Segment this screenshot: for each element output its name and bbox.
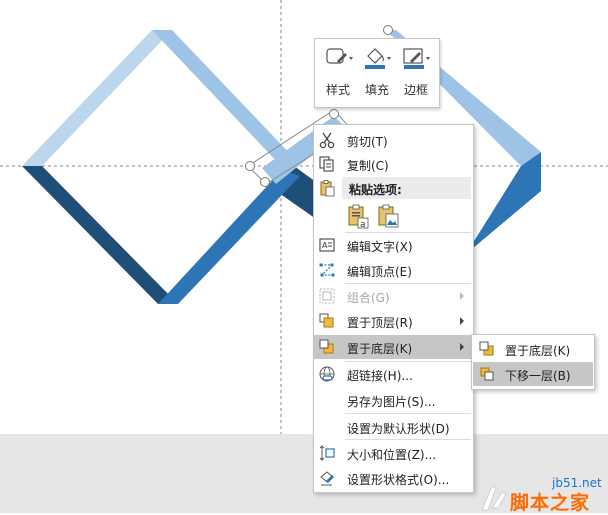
menu-item-label: 设置为默认形状(D) (347, 422, 450, 436)
submenu-arrow-icon (460, 317, 464, 325)
send-to-back-icon (319, 339, 334, 354)
resize-handle[interactable] (383, 25, 393, 35)
format-shape-icon (320, 471, 334, 486)
menu-item-cut[interactable]: 剪切(T) (314, 128, 473, 152)
left-diamond-bottom-left-band[interactable] (22, 166, 178, 304)
menu-item-label: 设置形状格式(O)... (347, 473, 450, 487)
left-diamond-top-right-band[interactable] (152, 30, 296, 166)
menu-item-format-shape[interactable]: 设置形状格式(O)... (314, 466, 473, 490)
menu-item-set-default-shape[interactable]: 设置为默认形状(D) (314, 415, 473, 439)
paint-bucket-icon (365, 48, 391, 69)
paste-picture-icon (378, 204, 399, 228)
resize-handle[interactable] (245, 161, 255, 171)
right-diamond-bottom-right-band[interactable] (466, 152, 541, 254)
menu-item-label: 另存为图片(S)... (347, 395, 436, 409)
slide-artwork (0, 0, 608, 434)
paste-keep-text-only-button[interactable]: a (346, 203, 370, 230)
menu-item-size-position[interactable]: 大小和位置(Z)... (314, 441, 473, 465)
menu-item-hyperlink[interactable]: 超链接(H)... (314, 362, 473, 386)
menu-item-save-as-picture[interactable]: 另存为图片(S)... (314, 388, 473, 412)
menu-item-copy[interactable]: 复制(C) (314, 152, 473, 176)
menu-item-send-to-back[interactable]: 置于底层(K) (314, 335, 473, 359)
rotate-handle[interactable] (329, 109, 339, 119)
svg-text:a: a (360, 220, 366, 229)
border-button[interactable]: 边框 (397, 43, 435, 103)
paste-options-header: 粘贴选项: (342, 177, 471, 199)
size-position-icon (319, 445, 335, 461)
svg-text:A: A (322, 241, 328, 250)
style-label: 样式 (325, 83, 350, 97)
resize-handle[interactable] (260, 177, 270, 187)
clipboard-icon (320, 180, 335, 197)
menu-item-group: 组合(G) (314, 284, 473, 308)
mini-toolbar: 样式 填充 边框 (314, 38, 440, 108)
submenu-item-send-backward[interactable]: 下移一层(B) (473, 362, 593, 386)
menu-item-label: 置于顶层(R) (347, 316, 413, 330)
submenu-item-label: 下移一层(B) (505, 369, 571, 383)
submenu-item-send-to-back[interactable]: 置于底层(K) (473, 337, 593, 361)
menu-item-label: 复制(C) (347, 159, 389, 173)
send-to-back-icon (479, 341, 494, 356)
left-diamond-bottom-right-band[interactable] (158, 170, 300, 304)
watermark-logo-icon (481, 485, 507, 511)
pen-border-icon (403, 48, 430, 69)
menu-item-label: 置于底层(K) (347, 342, 413, 356)
menu-item-label: 编辑文字(X) (347, 240, 413, 254)
context-menu: 剪切(T) 复制(C) 粘贴选项: a A 编辑文字(X) 编辑顶点(E) 组合… (313, 124, 474, 493)
hyperlink-icon (319, 366, 335, 382)
scissors-icon (319, 132, 335, 149)
copy-icon (319, 156, 334, 172)
menu-item-label: 组合(G) (347, 291, 390, 305)
edit-text-icon: A (319, 238, 335, 252)
menu-item-label: 大小和位置(Z)... (347, 448, 437, 462)
border-label: 边框 (403, 83, 428, 97)
menu-separator (345, 413, 471, 414)
group-icon (319, 288, 335, 304)
submenu-arrow-icon (460, 343, 464, 351)
send-to-back-submenu: 置于底层(K) 下移一层(B) (471, 334, 595, 390)
menu-item-label: 剪切(T) (347, 135, 388, 149)
submenu-item-label: 置于底层(K) (505, 344, 571, 358)
fill-label: 填充 (364, 83, 389, 97)
watermark-brand: 脚本之家 (510, 492, 591, 514)
menu-separator (345, 439, 471, 440)
menu-item-edit-text[interactable]: A 编辑文字(X) (314, 233, 473, 257)
edit-points-icon (319, 263, 335, 277)
menu-item-edit-points[interactable]: 编辑顶点(E) (314, 258, 473, 282)
paste-options-label: 粘贴选项: (349, 183, 402, 197)
bring-to-front-icon (319, 313, 334, 328)
menu-item-bring-to-front[interactable]: 置于顶层(R) (314, 309, 473, 333)
submenu-arrow-icon (460, 292, 464, 300)
paste-as-picture-button[interactable] (376, 203, 400, 229)
fill-button[interactable]: 填充 (358, 43, 396, 103)
paste-text-icon: a (348, 204, 369, 230)
shape-style-icon (326, 48, 353, 64)
send-backward-icon (480, 367, 494, 381)
menu-item-label: 超链接(H)... (347, 369, 413, 383)
style-button[interactable]: 样式 (319, 43, 357, 103)
menu-item-label: 编辑顶点(E) (347, 265, 412, 279)
left-diamond-top-left-band[interactable] (22, 30, 172, 166)
